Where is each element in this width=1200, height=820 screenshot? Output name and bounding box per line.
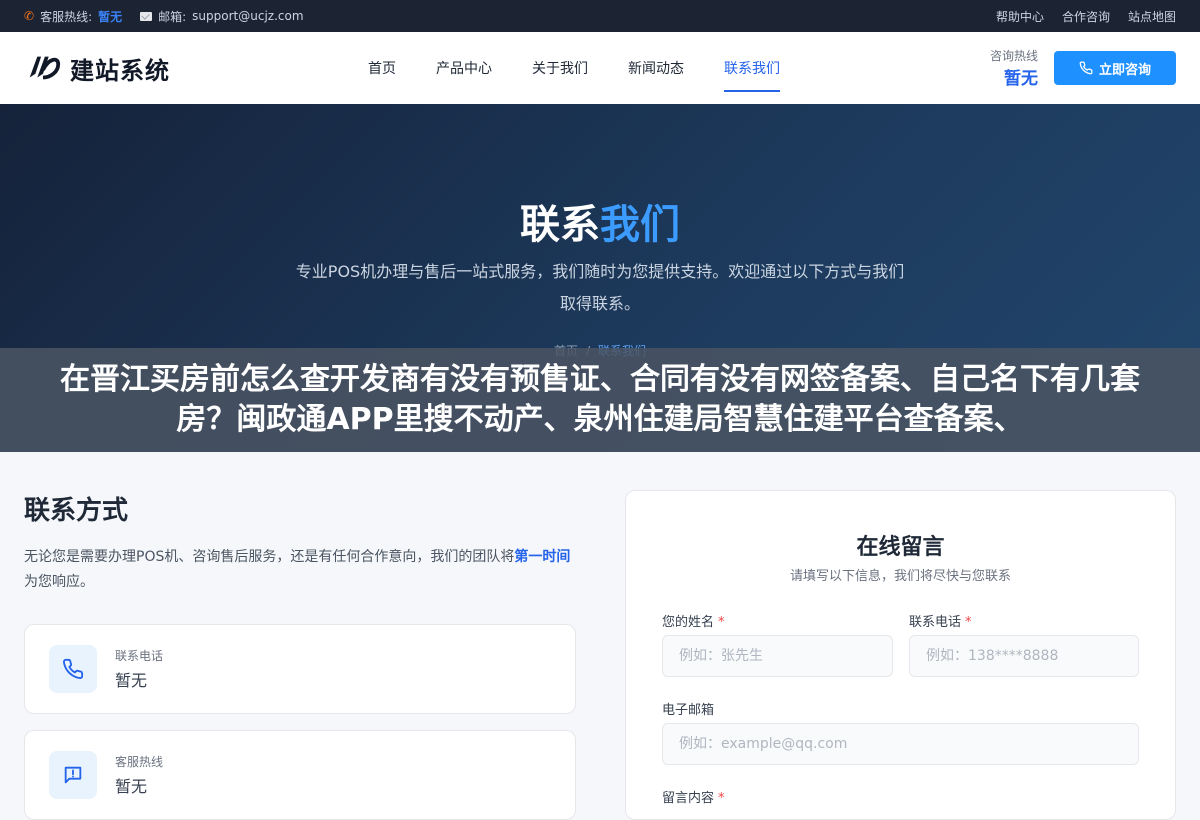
overlay-banner: 在晋江买房前怎么查开发商有没有预售证、合同有没有网签备案、自己名下有几套房？闽政… [0, 348, 1200, 452]
nav-home[interactable]: 首页 [368, 32, 396, 104]
nav-about[interactable]: 关于我们 [532, 32, 588, 104]
message-alert-icon [49, 751, 97, 799]
phone-icon: ✆ [24, 9, 35, 23]
email-input[interactable] [662, 723, 1139, 765]
nav-contact[interactable]: 联系我们 [724, 32, 780, 104]
hero-title: 联系我们 [0, 192, 1200, 250]
consult-now-label: 立即咨询 [1098, 62, 1151, 78]
contact-desc-before: 无论您是需要办理POS机、咨询售后服务，还是有任何合作意向，我们的团队将 [24, 549, 515, 565]
required-mark: * [718, 615, 725, 630]
message-form: 在线留言 请填写以下信息，我们将尽快与您联系 您的姓名* 联系电话* 电子邮箱 … [625, 490, 1176, 820]
phone-icon [49, 645, 97, 693]
contact-card-service-value: 暂无 [115, 777, 148, 796]
top-email: 邮箱: support@ucjz.com [140, 8, 304, 25]
form-subtitle: 请填写以下信息，我们将尽快与您联系 [789, 569, 1011, 584]
hero-title-accent: 我们 [600, 202, 680, 248]
contact-desc-highlight: 第一时间 [514, 549, 571, 565]
required-mark: * [718, 791, 725, 806]
contact-card-service: 客服热线 暂无 [24, 730, 576, 820]
phone-icon [1079, 61, 1093, 75]
contact-card-phone-value: 暂无 [115, 671, 148, 690]
service-hotline-value: 暂无 [98, 9, 123, 24]
service-hotline: ✆ 客服热线: 暂无 [24, 8, 122, 25]
phone-input[interactable] [909, 635, 1139, 677]
email-value[interactable]: support@ucjz.com [192, 9, 303, 23]
contact-card-phone: 联系电话 暂无 [24, 624, 576, 714]
name-input[interactable] [662, 635, 893, 677]
header-hotline: 咨询热线 暂无 [990, 47, 1038, 89]
contact-card-service-label: 客服热线 [115, 755, 164, 769]
top-link-cooperation[interactable]: 合作咨询 [1062, 8, 1110, 25]
consult-now-button[interactable]: 立即咨询 [1054, 51, 1176, 85]
top-link-sitemap[interactable]: 站点地图 [1128, 8, 1176, 25]
form-title: 在线留言 [856, 535, 945, 560]
contact-desc-after: 为您响应。 [24, 574, 94, 590]
nav-products[interactable]: 产品中心 [436, 32, 492, 104]
contact-info: 联系方式 无论您是需要办理POS机、咨询售后服务，还是有任何合作意向，我们的团队… [24, 490, 576, 820]
main-nav: 首页 产品中心 关于我们 新闻动态 联系我们 [368, 32, 780, 104]
main-header: 建站系统 首页 产品中心 关于我们 新闻动态 联系我们 咨询热线 暂无 立即咨询 [0, 32, 1200, 104]
phone-label: 联系电话 * [909, 611, 972, 630]
site-logo[interactable]: 建站系统 [24, 49, 364, 87]
nav-news[interactable]: 新闻动态 [628, 32, 684, 104]
message-label-text: 留言内容 [662, 791, 715, 806]
top-bar: ✆ 客服热线: 暂无 邮箱: support@ucjz.com 帮助中心 合作咨… [0, 0, 1200, 32]
message-label: 留言内容 * [662, 787, 725, 806]
hotline-value: 暂无 [1004, 69, 1038, 89]
logo-mark-icon [29, 56, 61, 80]
top-link-help[interactable]: 帮助中心 [996, 8, 1044, 25]
logo-text: 建站系统 [70, 56, 170, 85]
service-hotline-label: 客服热线: [40, 9, 93, 24]
phone-label-text: 联系电话 [909, 615, 962, 630]
top-links: 帮助中心 合作咨询 站点地图 [996, 8, 1176, 25]
hotline-label: 咨询热线 [989, 49, 1038, 63]
contact-title: 联系方式 [24, 496, 129, 526]
mail-icon [140, 11, 153, 21]
hero-title-main: 联系 [520, 202, 600, 248]
contact-card-phone-label: 联系电话 [115, 649, 164, 663]
contact-description: 无论您是需要办理POS机、咨询售后服务，还是有任何合作意向，我们的团队将第一时间… [24, 545, 576, 595]
hero-subtitle: 专业POS机办理与售后一站式服务，我们随时为您提供支持。欢迎通过以下方式与我们取… [295, 262, 905, 313]
top-bar-contact: ✆ 客服热线: 暂无 邮箱: support@ucjz.com [24, 8, 304, 25]
required-mark: * [965, 615, 972, 630]
name-label: 您的姓名 * [662, 611, 725, 630]
name-label-text: 您的姓名 [662, 615, 715, 630]
email-label: 邮箱: [158, 9, 187, 24]
overlay-banner-text: 在晋江买房前怎么查开发商有没有预售证、合同有没有网签备案、自己名下有几套房？闽政… [60, 362, 1140, 437]
email-field-label: 电子邮箱 [662, 703, 715, 718]
